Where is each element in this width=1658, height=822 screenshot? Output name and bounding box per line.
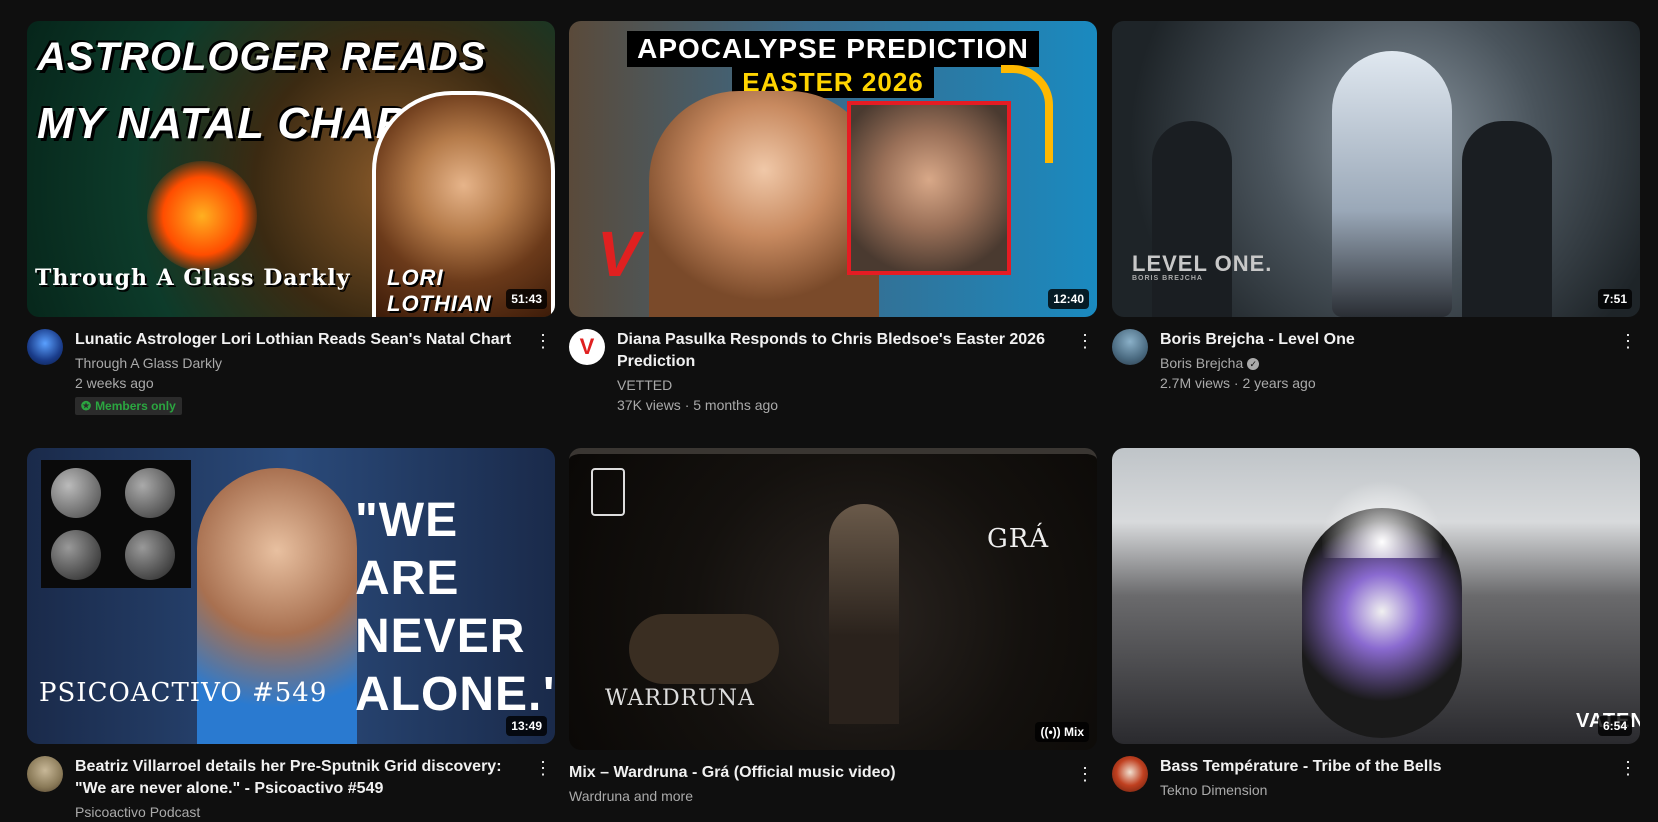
channel-name[interactable]: Wardruna and more — [569, 786, 1069, 806]
thumbnail-headline: LEVEL ONE. — [1132, 251, 1273, 276]
thumbnail-quote: "WE ARE NEVER ALONE." — [355, 492, 555, 724]
thumbnail-band-name: WARDRUNA — [605, 686, 755, 711]
video-stats: 37K views · 5 months ago — [617, 397, 779, 413]
phoenix-graphic — [147, 161, 257, 271]
figure-white-jacket — [1332, 51, 1452, 317]
channel-name[interactable]: Through A Glass Darkly — [75, 353, 527, 373]
figure-left — [1152, 121, 1232, 317]
video-card[interactable]: VATEN 6:54 Bass Température - Tribe of t… — [1112, 448, 1640, 800]
channel-avatar[interactable] — [27, 329, 63, 365]
sphere-grid — [41, 460, 191, 588]
inset-photo — [847, 101, 1011, 275]
video-duration: 51:43 — [506, 289, 547, 309]
thumbnail-footer: Through A Glass Darkly — [35, 265, 351, 291]
video-card[interactable]: ASTROLOGER READS MY NATAL CHART Through … — [27, 21, 555, 415]
video-thumbnail[interactable]: "WE ARE NEVER ALONE." PSICOACTIVO #549 1… — [27, 448, 555, 744]
video-duration: 7:51 — [1597, 289, 1632, 309]
video-title[interactable]: Diana Pasulka Responds to Chris Bledsoe'… — [617, 329, 1069, 373]
channel-avatar[interactable] — [1112, 756, 1148, 792]
video-title[interactable]: Bass Température - Tribe of the Bells — [1160, 756, 1612, 778]
rune-logo — [591, 468, 625, 516]
musician-figure — [829, 504, 899, 724]
mix-badge: ((•)) Mix — [1035, 722, 1089, 742]
sphere-4 — [125, 530, 175, 580]
channel-logo-v: V — [597, 218, 641, 290]
video-thumbnail[interactable]: ASTROLOGER READS MY NATAL CHART Through … — [27, 21, 555, 317]
channel-avatar[interactable]: V — [569, 329, 605, 365]
sphere-1 — [51, 468, 101, 518]
thumbnail-headline: APOCALYPSE PREDICTION — [627, 31, 1039, 67]
video-card[interactable]: "WE ARE NEVER ALONE." PSICOACTIVO #549 1… — [27, 448, 555, 822]
sphere-3 — [51, 530, 101, 580]
live-icon: ((•)) — [1040, 725, 1061, 739]
video-card[interactable]: GRÁ WARDRUNA ((•)) Mix Mix – Wardruna - … — [569, 448, 1097, 806]
video-stats: 2 weeks ago — [75, 375, 154, 391]
video-duration: 12:40 — [1048, 289, 1089, 309]
more-actions-button[interactable]: ⋮ — [1073, 762, 1097, 786]
badge-label: Members only — [95, 399, 176, 413]
video-title[interactable]: Beatriz Villarroel details her Pre-Sputn… — [75, 756, 527, 800]
channel-avatar[interactable] — [27, 756, 63, 792]
video-thumbnail[interactable]: GRÁ WARDRUNA ((•)) Mix — [569, 448, 1097, 750]
thumbnail-artist: BORIS BREJCHA — [1132, 275, 1203, 282]
sphere-2 — [125, 468, 175, 518]
quote-line: NEVER — [355, 610, 526, 663]
more-actions-button[interactable]: ⋮ — [1616, 756, 1640, 780]
wolf-figure — [629, 614, 779, 684]
members-only-badge: ✪ Members only — [75, 397, 182, 415]
video-duration: 6:54 — [1597, 716, 1632, 736]
quote-line: "WE ARE — [355, 494, 460, 605]
figure-right — [1462, 121, 1552, 317]
channel-name[interactable]: Tekno Dimension — [1160, 780, 1612, 800]
channel-name[interactable]: VETTED — [617, 375, 1069, 395]
video-thumbnail[interactable]: APOCALYPSE PREDICTION EASTER 2026 V 12:4… — [569, 21, 1097, 317]
headdress-graphic — [1322, 478, 1442, 558]
video-title[interactable]: Boris Brejcha - Level One — [1160, 329, 1612, 351]
video-title[interactable]: Mix – Wardruna - Grá (Official music vid… — [569, 762, 1069, 784]
avatar-letter: V — [579, 334, 595, 359]
video-card[interactable]: LEVEL ONE. BORIS BREJCHA 7:51 Boris Brej… — [1112, 21, 1640, 393]
verified-icon: ✓ — [1247, 358, 1260, 371]
members-icon: ✪ — [81, 399, 92, 413]
channel-name[interactable]: Boris Brejcha ✓ — [1160, 353, 1612, 373]
thumbnail-footer: PSICOACTIVO #549 — [39, 678, 328, 708]
more-actions-button[interactable]: ⋮ — [531, 756, 555, 780]
thumbnail-song-title: GRÁ — [987, 524, 1050, 554]
video-thumbnail[interactable]: VATEN 6:54 — [1112, 448, 1640, 744]
mix-label: Mix — [1063, 725, 1084, 739]
more-actions-button[interactable]: ⋮ — [531, 329, 555, 353]
video-title[interactable]: Lunatic Astrologer Lori Lothian Reads Se… — [75, 329, 527, 351]
more-actions-button[interactable]: ⋮ — [1616, 329, 1640, 353]
video-thumbnail[interactable]: LEVEL ONE. BORIS BREJCHA 7:51 — [1112, 21, 1640, 317]
video-card[interactable]: APOCALYPSE PREDICTION EASTER 2026 V 12:4… — [569, 21, 1097, 415]
channel-name-text: Boris Brejcha — [1160, 355, 1244, 371]
video-stats: 2.7M views · 2 years ago — [1160, 375, 1316, 391]
channel-name[interactable]: Psicoactivo Podcast — [75, 802, 527, 822]
thumbnail-headline: MY NATAL CHART — [37, 99, 436, 148]
video-duration: 13:49 — [506, 716, 547, 736]
more-actions-button[interactable]: ⋮ — [1073, 329, 1097, 353]
channel-avatar[interactable] — [1112, 329, 1148, 365]
speaker-photo — [649, 91, 879, 317]
thumbnail-headline: ASTROLOGER READS — [37, 35, 487, 79]
